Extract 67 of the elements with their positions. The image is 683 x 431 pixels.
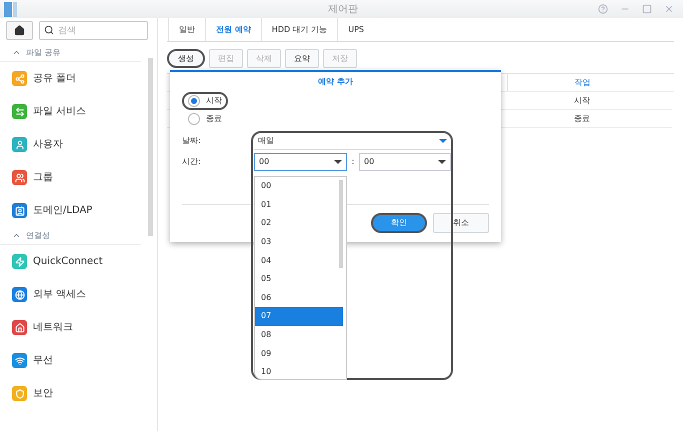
hour-option[interactable]: 00 [255,177,343,196]
date-select[interactable]: 매일 [254,132,451,150]
hour-option[interactable]: 05 [255,270,343,289]
home-icon [14,25,25,36]
time-label: 시간: [182,156,202,168]
contact-card-icon [12,203,27,218]
radio-label: 시작 [206,95,222,107]
sidebar-item[interactable]: 네트워크 [0,311,141,344]
radio-label: 종료 [206,113,222,125]
hour-option[interactable]: 01 [255,196,343,214]
globe-icon [12,287,27,302]
search-field[interactable]: 검색 [39,21,148,40]
tab[interactable]: 전원 예약 [205,18,261,41]
collapse-chevron-icon[interactable] [12,231,21,240]
column-header: 작업 [507,74,657,91]
table-cell-text: 시작 [573,94,591,106]
app-logo-icon [4,2,17,16]
section-title: 연결성 [26,230,50,242]
date-label: 날짜: [182,135,202,147]
table-cell-text: 종료 [573,112,591,124]
time-separator: : [350,156,356,168]
sidebar-item[interactable]: 외부 액세스 [0,278,141,311]
user-icon [12,137,27,152]
sidebar-item[interactable]: 보안 [0,377,141,410]
shield-icon [12,386,27,401]
hour-option[interactable]: 02 [255,214,343,233]
hour-select[interactable]: 00 [254,153,347,171]
minute-select[interactable]: 00 [359,153,451,171]
tab[interactable]: UPS [337,18,374,41]
dropdown-caret-icon [334,160,342,164]
dropdown-caret-icon [438,160,446,164]
window-title: 제어판 [328,3,358,17]
collapse-chevron-icon[interactable] [12,48,21,57]
tab[interactable]: 일반 [168,18,205,41]
sidebar-item[interactable]: QuickConnect [0,245,141,278]
hour-option[interactable]: 06 [255,288,343,308]
hour-option[interactable]: 03 [255,232,343,252]
hour-option[interactable]: 09 [255,344,343,363]
help-icon[interactable] [598,4,608,14]
wifi-icon [12,353,27,368]
close-icon[interactable] [664,4,674,14]
toolbar-button[interactable]: 요약 [285,49,319,68]
maximize-icon[interactable] [642,4,652,14]
hour-option[interactable]: 08 [255,326,343,344]
tab[interactable]: HDD 대기 기능 [260,18,338,41]
file-arrows-icon [12,104,27,119]
sidebar-item[interactable]: 그룹 [0,161,141,194]
search-icon [44,25,54,35]
folder-share-icon [12,71,27,86]
radio-button[interactable] [188,113,200,125]
sidebar-item[interactable]: 파일 서비스 [0,95,141,128]
sidebar-item[interactable]: 공유 폴더 [0,62,141,95]
cloud-bolt-icon [12,254,27,269]
dropdown-caret-icon [439,138,447,142]
hour-option[interactable]: 10 [255,362,343,379]
home-button[interactable] [6,21,33,40]
dialog-button[interactable]: 취소 [433,212,489,232]
group-icon [12,170,27,185]
sidebar-item[interactable]: 사용자 [0,128,141,161]
hour-option[interactable]: 04 [255,251,343,270]
hour-option[interactable]: 07 [255,307,343,326]
radio-button[interactable] [188,95,200,107]
section-title: 파일 공유 [26,46,61,58]
sidebar-item[interactable]: 무선 [0,344,141,377]
sidebar-item[interactable]: 도메인/LDAP [0,194,141,227]
toolbar-button[interactable]: 생성 [167,49,205,68]
dialog-title: 예약 추가 [317,76,354,88]
